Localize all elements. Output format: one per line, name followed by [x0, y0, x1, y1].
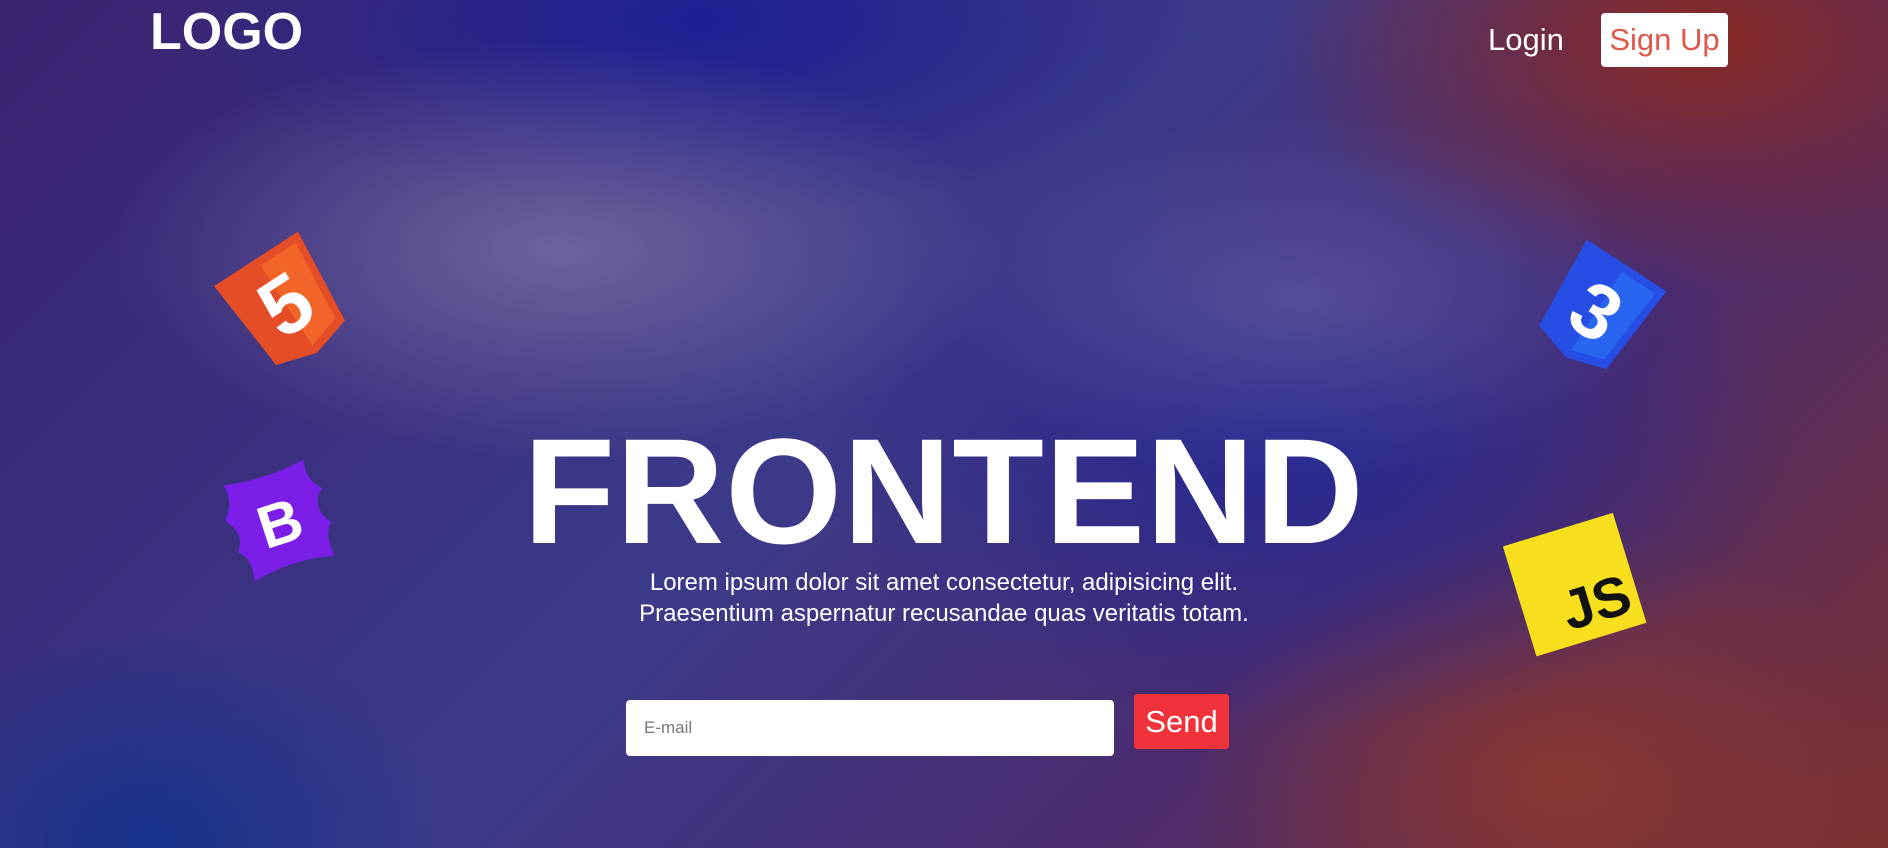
login-link[interactable]: Login [1488, 20, 1564, 60]
hero-title: FRONTEND [523, 406, 1365, 575]
hero-description-line-2: Praesentium aspernatur recusandae quas v… [639, 600, 1249, 627]
sign-up-button[interactable]: Sign Up [1601, 13, 1728, 67]
hero-description: Lorem ipsum dolor sit amet consectetur, … [0, 567, 1888, 629]
html5-icon: 5 [196, 215, 376, 395]
logo[interactable]: LOGO [150, 4, 303, 60]
css3-icon: 3 [1508, 226, 1683, 401]
send-button[interactable]: Send [1134, 694, 1229, 749]
email-input[interactable] [626, 700, 1114, 756]
top-navbar: LOGO Login Sign Up [0, 0, 1888, 80]
hero-description-line-1: Lorem ipsum dolor sit amet consectetur, … [649, 569, 1239, 596]
